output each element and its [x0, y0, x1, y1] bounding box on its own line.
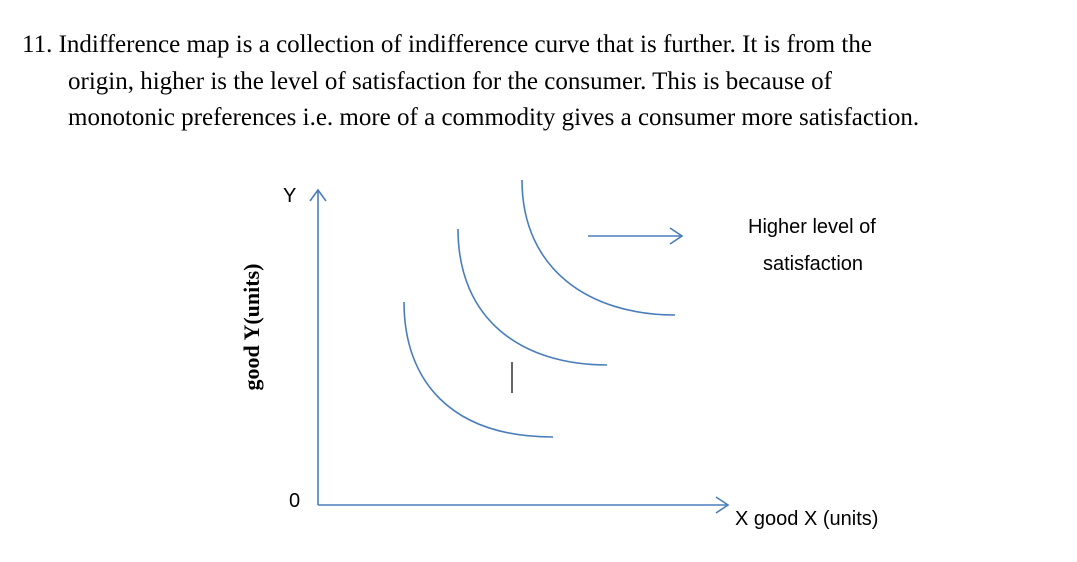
indifference-curve-2	[457, 228, 608, 366]
x-axis-title: X good X (units)	[735, 508, 879, 530]
indifference-curve-3	[521, 179, 676, 316]
annotation-line-1: Higher level of	[748, 216, 876, 238]
indifference-map-diagram	[309, 179, 730, 514]
indifference-curve-1	[403, 301, 554, 438]
origin-label: 0	[289, 490, 301, 512]
annotation-line-2: satisfaction	[763, 253, 864, 275]
y-axis-letter: Y	[283, 185, 297, 207]
y-axis-title: good Y(units)	[239, 263, 264, 391]
